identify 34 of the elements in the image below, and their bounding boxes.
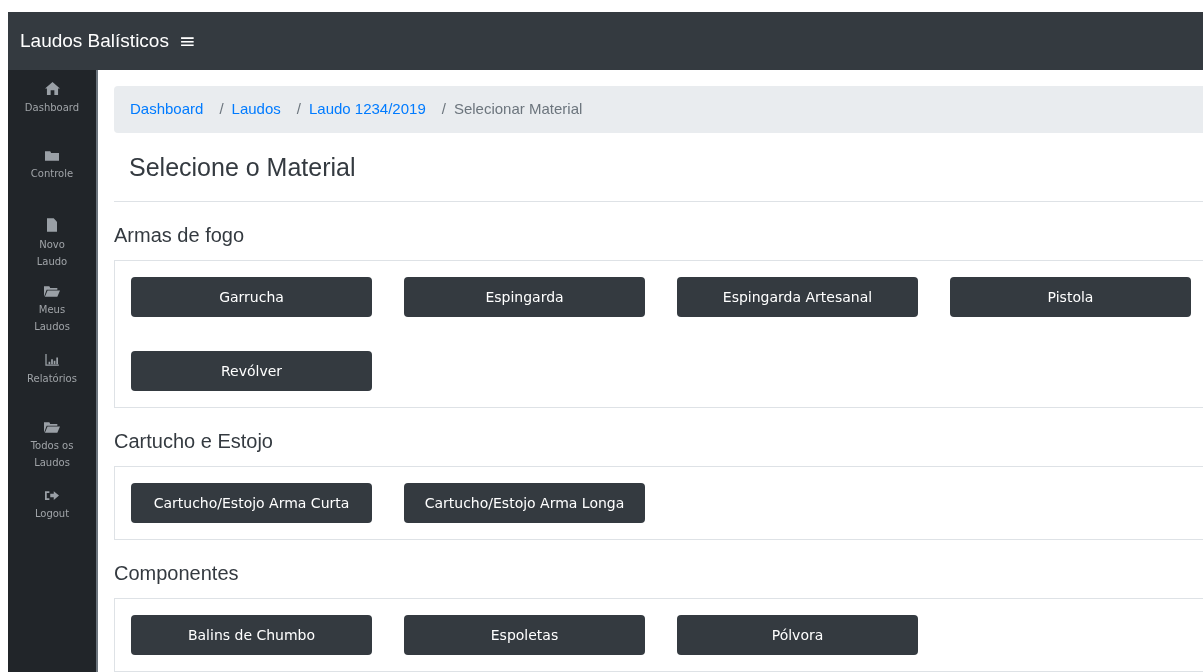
open-folder-icon — [44, 422, 60, 433]
material-button[interactable]: Pólvora — [677, 615, 918, 655]
breadcrumb-current: Selecionar Material — [453, 99, 583, 119]
section-heading: Armas de fogo — [114, 223, 246, 248]
material-button[interactable]: Balins de Chumbo — [131, 615, 372, 655]
sidebar-item[interactable]: Meus Laudos — [12, 286, 92, 340]
material-button[interactable]: Cartucho/Estojo Arma Curta — [131, 483, 372, 523]
app-title[interactable]: Laudos Balísticos — [20, 26, 169, 56]
material-button[interactable]: Pistola — [950, 277, 1191, 317]
breadcrumb-separator: / — [218, 99, 225, 119]
breadcrumb-separator: / — [295, 99, 302, 119]
open-folder-icon — [44, 286, 60, 297]
sidebar-item[interactable]: Controle — [12, 150, 92, 204]
section-heading: Componentes — [114, 561, 240, 586]
sidebar-item[interactable]: Logout — [12, 490, 92, 544]
sidebar-item[interactable]: Relatórios — [12, 354, 92, 408]
home-icon — [44, 82, 60, 95]
material-button[interactable]: Revólver — [131, 351, 372, 391]
file-icon — [47, 218, 57, 232]
folder-icon — [45, 150, 59, 161]
section-heading: Cartucho e Estojo — [114, 429, 274, 454]
sidebar-item[interactable]: Novo Laudo — [12, 218, 92, 272]
sidebar-item[interactable]: Dashboard — [12, 82, 92, 136]
menu-button[interactable]: ≡ — [178, 26, 196, 56]
material-button[interactable]: Garrucha — [131, 277, 372, 317]
exit-arrow-icon — [45, 490, 59, 501]
breadcrumb-separator: / — [440, 99, 447, 119]
material-button[interactable]: Espingarda — [404, 277, 645, 317]
material-button[interactable]: Espingarda Artesanal — [677, 277, 918, 317]
material-button[interactable]: Cartucho/Estojo Arma Longa — [404, 483, 645, 523]
material-button[interactable]: Espoletas — [404, 615, 645, 655]
page-title: Selecione o Material — [114, 132, 1203, 202]
bar-chart-icon — [45, 354, 59, 366]
sidebar-item[interactable]: Todos os Laudos — [12, 422, 92, 476]
